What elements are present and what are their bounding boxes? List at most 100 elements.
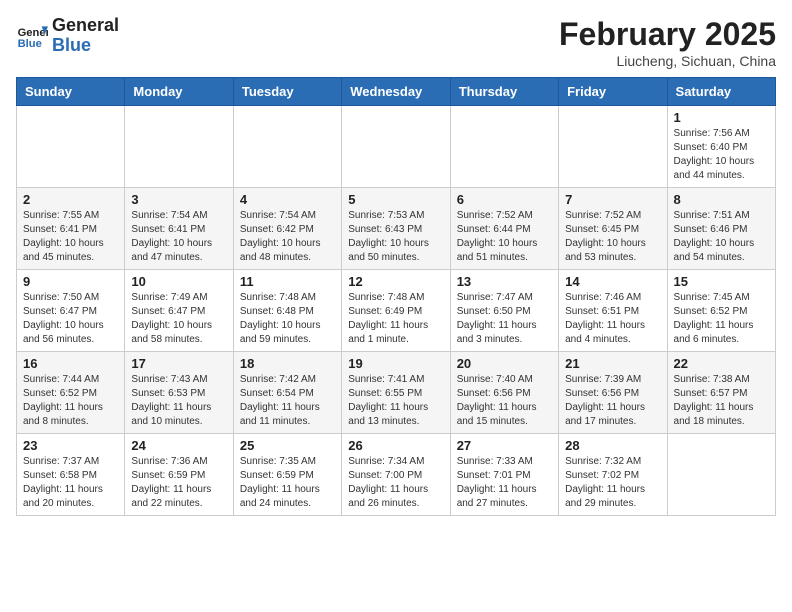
week-row-2: 2 Sunrise: 7:55 AM Sunset: 6:41 PM Daylig… [17, 188, 776, 270]
day-number: 25 [240, 438, 335, 453]
day-info: Sunrise: 7:38 AM Sunset: 6:57 PM Dayligh… [674, 373, 769, 429]
day-cell: 4 Sunrise: 7:54 AM Sunset: 6:42 PM Daylig… [233, 188, 341, 270]
logo-icon: General Blue [16, 20, 48, 52]
day-cell: 21 Sunrise: 7:39 AM Sunset: 6:56 PM Dayli… [559, 352, 667, 434]
week-row-3: 9 Sunrise: 7:50 AM Sunset: 6:47 PM Daylig… [17, 270, 776, 352]
day-cell: 20Sunrise: 7:40 AM Sunset: 6:56 PM Dayli… [450, 352, 558, 434]
day-cell [450, 106, 558, 188]
day-number: 20 [457, 356, 552, 371]
day-cell: 1 Sunrise: 7:56 AM Sunset: 6:40 PM Daylig… [667, 106, 775, 188]
calendar-header-row: SundayMondayTuesdayWednesdayThursdayFrid… [17, 78, 776, 106]
day-cell: 6 Sunrise: 7:52 AM Sunset: 6:44 PM Daylig… [450, 188, 558, 270]
day-info: Sunrise: 7:35 AM Sunset: 6:59 PM Dayligh… [240, 455, 335, 511]
location: Liucheng, Sichuan, China [559, 53, 776, 69]
day-cell: 19 Sunrise: 7:41 AM Sunset: 6:55 PM Dayli… [342, 352, 450, 434]
day-info: Sunrise: 7:32 AM Sunset: 7:02 PM Dayligh… [565, 455, 660, 511]
day-cell: 3Sunrise: 7:54 AM Sunset: 6:41 PM Daylig… [125, 188, 233, 270]
day-number: 5 [348, 192, 443, 207]
logo-blue: Blue [52, 35, 91, 55]
day-cell: 9 Sunrise: 7:50 AM Sunset: 6:47 PM Daylig… [17, 270, 125, 352]
day-cell: 24 Sunrise: 7:36 AM Sunset: 6:59 PM Dayli… [125, 434, 233, 516]
day-number: 9 [23, 274, 118, 289]
day-cell: 2 Sunrise: 7:55 AM Sunset: 6:41 PM Daylig… [17, 188, 125, 270]
day-cell: 12 Sunrise: 7:48 AM Sunset: 6:49 PM Dayli… [342, 270, 450, 352]
day-info: Sunrise: 7:33 AM Sunset: 7:01 PM Dayligh… [457, 455, 552, 511]
page-header: General Blue General Blue February 2025 … [16, 16, 776, 69]
day-number: 15 [674, 274, 769, 289]
day-cell: 28 Sunrise: 7:32 AM Sunset: 7:02 PM Dayli… [559, 434, 667, 516]
day-number: 6 [457, 192, 552, 207]
day-info: Sunrise: 7:36 AM Sunset: 6:59 PM Dayligh… [131, 455, 226, 511]
title-block: February 2025 Liucheng, Sichuan, China [559, 16, 776, 69]
day-info: Sunrise: 7:48 AM Sunset: 6:49 PM Dayligh… [348, 291, 443, 347]
day-number: 19 [348, 356, 443, 371]
day-cell [233, 106, 341, 188]
day-info: Sunrise: 7:34 AM Sunset: 7:00 PM Dayligh… [348, 455, 443, 511]
day-cell: 14Sunrise: 7:46 AM Sunset: 6:51 PM Dayli… [559, 270, 667, 352]
day-number: 24 [131, 438, 226, 453]
day-cell [559, 106, 667, 188]
day-cell: 13Sunrise: 7:47 AM Sunset: 6:50 PM Dayli… [450, 270, 558, 352]
week-row-4: 16Sunrise: 7:44 AM Sunset: 6:52 PM Dayli… [17, 352, 776, 434]
day-number: 4 [240, 192, 335, 207]
day-header-wednesday: Wednesday [342, 78, 450, 106]
day-info: Sunrise: 7:51 AM Sunset: 6:46 PM Dayligh… [674, 209, 769, 265]
calendar-table: SundayMondayTuesdayWednesdayThursdayFrid… [16, 77, 776, 516]
day-info: Sunrise: 7:54 AM Sunset: 6:42 PM Dayligh… [240, 209, 335, 265]
day-number: 27 [457, 438, 552, 453]
day-info: Sunrise: 7:45 AM Sunset: 6:52 PM Dayligh… [674, 291, 769, 347]
day-info: Sunrise: 7:55 AM Sunset: 6:41 PM Dayligh… [23, 209, 118, 265]
day-cell: 7 Sunrise: 7:52 AM Sunset: 6:45 PM Daylig… [559, 188, 667, 270]
week-row-5: 23 Sunrise: 7:37 AM Sunset: 6:58 PM Dayli… [17, 434, 776, 516]
day-number: 12 [348, 274, 443, 289]
day-cell: 5Sunrise: 7:53 AM Sunset: 6:43 PM Daylig… [342, 188, 450, 270]
day-number: 8 [674, 192, 769, 207]
day-info: Sunrise: 7:52 AM Sunset: 6:45 PM Dayligh… [565, 209, 660, 265]
day-header-thursday: Thursday [450, 78, 558, 106]
day-info: Sunrise: 7:42 AM Sunset: 6:54 PM Dayligh… [240, 373, 335, 429]
day-cell: 11 Sunrise: 7:48 AM Sunset: 6:48 PM Dayli… [233, 270, 341, 352]
day-cell [125, 106, 233, 188]
day-cell: 23 Sunrise: 7:37 AM Sunset: 6:58 PM Dayli… [17, 434, 125, 516]
logo-general: General [52, 15, 119, 35]
week-row-1: 1 Sunrise: 7:56 AM Sunset: 6:40 PM Daylig… [17, 106, 776, 188]
day-cell: 18Sunrise: 7:42 AM Sunset: 6:54 PM Dayli… [233, 352, 341, 434]
day-info: Sunrise: 7:41 AM Sunset: 6:55 PM Dayligh… [348, 373, 443, 429]
logo-text: General Blue [52, 16, 119, 56]
day-header-friday: Friday [559, 78, 667, 106]
day-number: 28 [565, 438, 660, 453]
day-number: 1 [674, 110, 769, 125]
day-number: 13 [457, 274, 552, 289]
day-cell: 15 Sunrise: 7:45 AM Sunset: 6:52 PM Dayli… [667, 270, 775, 352]
day-cell [342, 106, 450, 188]
day-number: 2 [23, 192, 118, 207]
day-cell: 8 Sunrise: 7:51 AM Sunset: 6:46 PM Daylig… [667, 188, 775, 270]
day-cell: 22 Sunrise: 7:38 AM Sunset: 6:57 PM Dayli… [667, 352, 775, 434]
month-year: February 2025 [559, 16, 776, 53]
day-number: 3 [131, 192, 226, 207]
day-info: Sunrise: 7:39 AM Sunset: 6:56 PM Dayligh… [565, 373, 660, 429]
day-number: 21 [565, 356, 660, 371]
day-number: 11 [240, 274, 335, 289]
day-cell [667, 434, 775, 516]
day-cell: 17Sunrise: 7:43 AM Sunset: 6:53 PM Dayli… [125, 352, 233, 434]
logo: General Blue General Blue [16, 16, 119, 56]
day-info: Sunrise: 7:52 AM Sunset: 6:44 PM Dayligh… [457, 209, 552, 265]
day-info: Sunrise: 7:50 AM Sunset: 6:47 PM Dayligh… [23, 291, 118, 347]
day-info: Sunrise: 7:56 AM Sunset: 6:40 PM Dayligh… [674, 127, 769, 183]
day-info: Sunrise: 7:46 AM Sunset: 6:51 PM Dayligh… [565, 291, 660, 347]
day-cell: 16Sunrise: 7:44 AM Sunset: 6:52 PM Dayli… [17, 352, 125, 434]
day-header-saturday: Saturday [667, 78, 775, 106]
day-cell [17, 106, 125, 188]
day-number: 22 [674, 356, 769, 371]
day-header-tuesday: Tuesday [233, 78, 341, 106]
day-number: 23 [23, 438, 118, 453]
svg-text:Blue: Blue [18, 38, 42, 50]
day-cell: 27 Sunrise: 7:33 AM Sunset: 7:01 PM Dayli… [450, 434, 558, 516]
day-cell: 26Sunrise: 7:34 AM Sunset: 7:00 PM Dayli… [342, 434, 450, 516]
day-info: Sunrise: 7:49 AM Sunset: 6:47 PM Dayligh… [131, 291, 226, 347]
day-info: Sunrise: 7:48 AM Sunset: 6:48 PM Dayligh… [240, 291, 335, 347]
day-info: Sunrise: 7:37 AM Sunset: 6:58 PM Dayligh… [23, 455, 118, 511]
day-header-sunday: Sunday [17, 78, 125, 106]
day-number: 7 [565, 192, 660, 207]
